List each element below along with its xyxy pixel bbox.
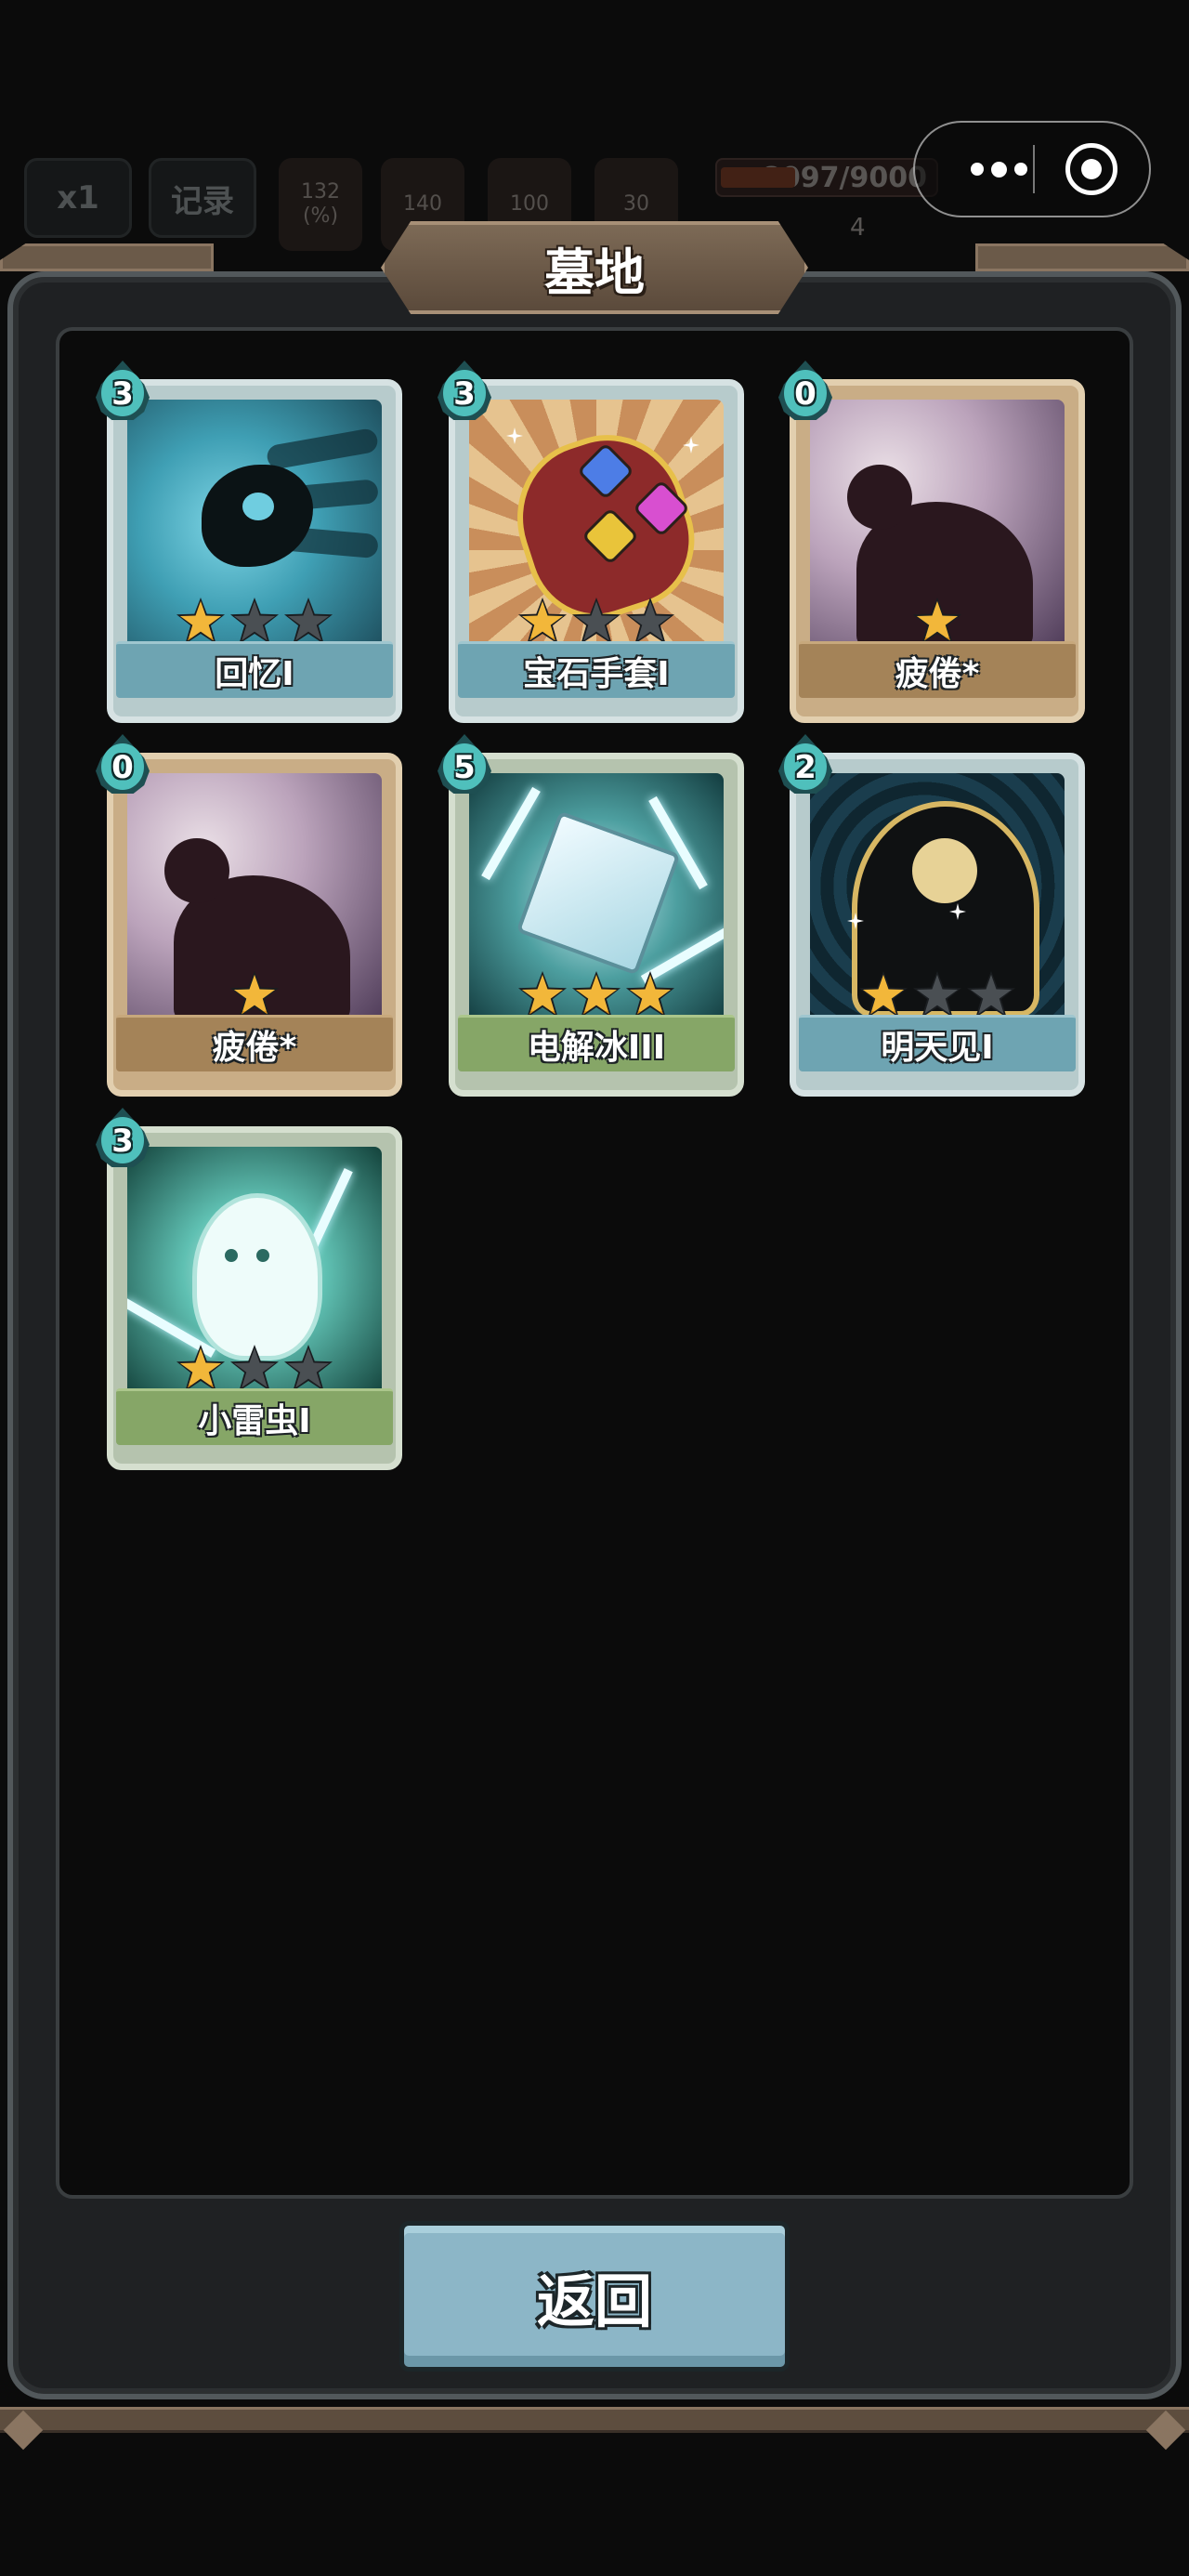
card-stars — [449, 598, 744, 646]
card-cost: 3 — [111, 375, 134, 413]
frame-bottom-band — [0, 2407, 1189, 2433]
frame-wing-right — [975, 243, 1189, 271]
hud-stat-sub: (%) — [302, 204, 339, 228]
speed-button: x1 — [24, 158, 132, 238]
graveyard-card[interactable]: 疲倦* 0 — [778, 361, 1085, 723]
mana-cost-badge: 0 — [778, 361, 832, 420]
card-name: 疲倦* — [799, 641, 1076, 698]
star-icon — [967, 971, 1015, 1018]
star-icon — [230, 1345, 279, 1391]
graveyard-card[interactable]: 回忆I 3 — [96, 361, 402, 723]
card-cost: 5 — [453, 749, 476, 786]
hud-stat-value: 30 — [623, 192, 649, 216]
card-cost: 2 — [794, 749, 817, 786]
card-cost: 3 — [453, 375, 476, 413]
graveyard-card[interactable]: 电解冰III 5 — [438, 734, 744, 1097]
hud-stat-value: 132 — [301, 180, 340, 204]
star-icon — [859, 971, 908, 1018]
record-button: 记录 — [149, 158, 256, 238]
star-icon — [913, 971, 961, 1018]
hud-stat-value: 140 — [403, 192, 442, 216]
star-icon — [572, 971, 621, 1018]
graveyard-card[interactable]: 宝石手套I 3 — [438, 361, 744, 723]
hud-sub-count: 4 — [850, 214, 866, 242]
star-icon — [176, 598, 225, 644]
hud-stat-value: 100 — [510, 192, 549, 216]
star-icon — [284, 598, 333, 644]
card-stars — [790, 971, 1085, 1019]
card-stars — [449, 971, 744, 1019]
mana-cost-badge: 2 — [778, 734, 832, 794]
hp-bar: 8097/9000 — [715, 158, 938, 197]
card-cost: 0 — [111, 749, 134, 786]
star-icon — [230, 971, 279, 1018]
star-icon — [230, 598, 279, 644]
card-stars — [790, 598, 1085, 646]
card-name: 明天见I — [799, 1015, 1076, 1071]
star-icon — [284, 1345, 333, 1391]
close-target-icon[interactable] — [1065, 143, 1117, 195]
card-name: 小雷虫I — [116, 1388, 393, 1445]
star-icon — [176, 1345, 225, 1391]
star-icon — [518, 598, 567, 644]
modal-title: 墓地 — [544, 243, 645, 302]
card-cost: 3 — [111, 1123, 134, 1160]
more-dots-icon[interactable] — [943, 123, 1054, 216]
graveyard-card[interactable]: 疲倦* 0 — [96, 734, 402, 1097]
card-stars — [107, 1345, 402, 1393]
card-stars — [107, 598, 402, 646]
star-icon — [572, 598, 621, 644]
back-button-label: 返回 — [536, 2267, 652, 2335]
back-button[interactable]: 返回 — [399, 2221, 790, 2372]
mana-cost-badge: 0 — [96, 734, 150, 794]
card-cost: 0 — [794, 375, 817, 413]
star-icon — [626, 598, 674, 644]
hud-stat: 132 (%) — [279, 158, 362, 251]
mana-cost-badge: 3 — [96, 1108, 150, 1167]
card-name: 回忆I — [116, 641, 393, 698]
star-icon — [626, 971, 674, 1018]
star-icon — [913, 598, 961, 644]
star-icon — [518, 971, 567, 1018]
graveyard-card[interactable]: 明天见I 2 — [778, 734, 1085, 1097]
frame-wing-left — [0, 243, 214, 271]
card-name: 电解冰III — [458, 1015, 735, 1071]
card-name: 疲倦* — [116, 1015, 393, 1071]
mana-cost-badge: 3 — [438, 361, 491, 420]
card-name: 宝石手套I — [458, 641, 735, 698]
capsule-divider — [1033, 145, 1035, 193]
miniprogram-capsule — [913, 121, 1151, 217]
mana-cost-badge: 3 — [96, 361, 150, 420]
graveyard-card[interactable]: 小雷虫I 3 — [96, 1108, 402, 1470]
mana-cost-badge: 5 — [438, 734, 491, 794]
card-stars — [107, 971, 402, 1019]
